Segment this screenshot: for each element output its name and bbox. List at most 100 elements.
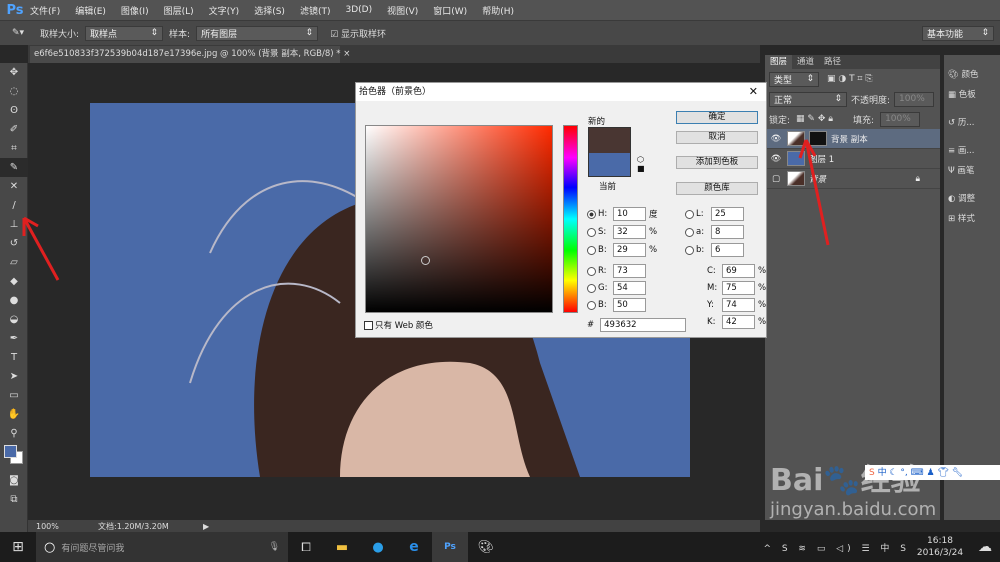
tab-channels[interactable]: 通道: [792, 55, 819, 69]
move-tool-icon[interactable]: ✥: [0, 63, 28, 82]
clock[interactable]: 16:18 2016/3/24: [910, 535, 970, 559]
dock-brush-presets[interactable]: ≡ 画...: [948, 141, 996, 161]
cmyk-input[interactable]: 74: [722, 298, 755, 312]
eraser-tool-icon[interactable]: ▱: [0, 253, 28, 272]
mask-thumbnail[interactable]: [809, 131, 827, 146]
cmyk-input[interactable]: 69: [722, 264, 755, 278]
cmyk-input[interactable]: 75: [722, 281, 755, 295]
history-brush-icon[interactable]: ↺: [0, 234, 28, 253]
dock-color[interactable]: 🎨︎ 颜色: [948, 65, 996, 85]
dock-history[interactable]: ↺ 历...: [948, 113, 996, 133]
filter-icons[interactable]: ▣ ◑ T ⌗ ⎘: [827, 74, 873, 84]
dock-swatches[interactable]: ▦ 色板: [948, 85, 996, 105]
web-only-checkbox[interactable]: [364, 320, 373, 330]
tab-layers[interactable]: 图层: [765, 55, 793, 69]
menu-select[interactable]: 选择(S): [254, 4, 285, 17]
screen-mode-icon[interactable]: ⧉: [0, 490, 28, 509]
windows-start-icon[interactable]: ⊞: [0, 539, 36, 555]
visibility-toggle[interactable]: ▢: [765, 174, 787, 184]
brush-tool-icon[interactable]: /: [0, 196, 28, 215]
tray-ime[interactable]: 中: [880, 544, 893, 554]
blend-mode-select[interactable]: 正常 ⇕: [769, 91, 847, 107]
crop-tool-icon[interactable]: ⌗: [0, 139, 28, 158]
paint-icon[interactable]: 🎨︎: [468, 540, 504, 555]
layer-row[interactable]: 👁︎ 图层 1: [765, 149, 940, 169]
type-tool-icon[interactable]: T: [0, 348, 28, 367]
zoom-level[interactable]: 100%: [28, 522, 68, 531]
hsb-input[interactable]: 32: [613, 225, 646, 239]
cmyk-input[interactable]: 42: [722, 315, 755, 329]
eye-icon[interactable]: 👁︎: [765, 134, 787, 144]
close-icon[interactable]: ✕: [749, 83, 766, 101]
marquee-tool-icon[interactable]: ◌: [0, 82, 28, 101]
cancel-button[interactable]: 取消: [676, 131, 758, 144]
hand-tool-icon[interactable]: ✋: [0, 405, 28, 424]
color-field[interactable]: [365, 125, 553, 313]
menu-type[interactable]: 文字(Y): [209, 4, 240, 17]
color-picker-cursor[interactable]: [421, 256, 430, 265]
cortana-search[interactable]: ○ 有问题尽管问我 🎙︎: [36, 532, 288, 562]
quick-mask-icon[interactable]: ◙: [0, 471, 28, 490]
hsb-radio[interactable]: [587, 227, 596, 237]
paint-bucket-icon[interactable]: ◆: [0, 272, 28, 291]
weather-icon[interactable]: ☁: [970, 539, 1000, 555]
menu-edit[interactable]: 编辑(E): [75, 4, 106, 17]
dock-brush[interactable]: Ψ 画笔: [948, 161, 996, 181]
hsb-radio[interactable]: [587, 209, 596, 219]
hsb-input[interactable]: 10: [613, 207, 646, 221]
menu-3d[interactable]: 3D(D): [345, 5, 372, 15]
menu-help[interactable]: 帮助(H): [482, 4, 514, 17]
quick-select-tool-icon[interactable]: ✐: [0, 120, 28, 139]
current-color-swatch[interactable]: [589, 153, 630, 176]
close-icon[interactable]: ×: [343, 49, 350, 59]
rgb-input[interactable]: 50: [613, 298, 646, 312]
add-to-swatches-button[interactable]: 添加到色板: [676, 156, 758, 169]
lab-input[interactable]: 6: [711, 243, 744, 257]
healing-tool-icon[interactable]: ✕: [0, 177, 28, 196]
lab-radio[interactable]: [685, 245, 694, 255]
zoom-tool-icon[interactable]: ⚲: [0, 424, 28, 443]
menu-view[interactable]: 视图(V): [387, 4, 418, 17]
eye-icon[interactable]: 👁︎: [765, 154, 787, 164]
ok-button[interactable]: 确定: [676, 111, 758, 124]
pen-tool-icon[interactable]: ✒: [0, 329, 28, 348]
sample-select[interactable]: 所有图层 ⇕: [196, 25, 319, 41]
shape-tool-icon[interactable]: ▭: [0, 386, 28, 405]
hue-slider[interactable]: [563, 125, 578, 313]
color-libraries-button[interactable]: 颜色库: [676, 182, 758, 195]
fill-field[interactable]: 100%: [880, 111, 921, 127]
eyedropper-icon[interactable]: ✎▾: [12, 28, 34, 38]
dock-styles[interactable]: ⊞ 样式: [948, 209, 996, 229]
lab-input[interactable]: 25: [711, 207, 744, 221]
layer-filter-select[interactable]: 类型 ⇕: [769, 71, 819, 87]
dock-adjustments[interactable]: ◐ 调整: [948, 189, 996, 209]
rgb-radio[interactable]: [587, 283, 596, 293]
workspace-select[interactable]: 基本功能 ⇕: [922, 25, 994, 41]
lab-radio[interactable]: [685, 209, 694, 219]
rgb-input[interactable]: 73: [613, 264, 646, 278]
path-select-icon[interactable]: ➤: [0, 367, 28, 386]
lab-radio[interactable]: [685, 227, 694, 237]
layer-row[interactable]: 👁︎ 背景 副本: [765, 129, 940, 149]
dodge-tool-icon[interactable]: ◒: [0, 310, 28, 329]
system-tray-icons[interactable]: ^ S ≋ ▭ ◁) ☰ 中 S: [763, 541, 910, 554]
file-explorer-icon[interactable]: ▬: [324, 540, 360, 555]
rgb-radio[interactable]: [587, 266, 596, 276]
lasso-tool-icon[interactable]: ʘ: [0, 101, 28, 120]
blur-tool-icon[interactable]: ●: [0, 291, 28, 310]
task-view-icon[interactable]: ⧠: [288, 540, 324, 555]
menu-layer[interactable]: 图层(L): [164, 4, 194, 17]
menu-window[interactable]: 窗口(W): [433, 4, 467, 17]
ime-toolbar[interactable]: S 中 ☾ °, ⌨ ♟ 👕︎ 🔧︎: [865, 465, 1000, 480]
stamp-tool-icon[interactable]: ⊥: [0, 215, 28, 234]
show-ring-checkbox[interactable]: ☑ 显示取样环: [330, 27, 386, 40]
ime-mode[interactable]: 中: [878, 468, 887, 478]
lock-icons[interactable]: ▦ ✎ ✥ 🔒︎: [796, 114, 833, 124]
hsb-input[interactable]: 29: [613, 243, 646, 257]
layer-row[interactable]: ▢ 背景 🔒︎: [765, 169, 940, 189]
menu-file[interactable]: 文件(F): [30, 4, 60, 17]
hsb-radio[interactable]: [587, 245, 596, 255]
lab-input[interactable]: 8: [711, 225, 744, 239]
document-tab[interactable]: e6f6e510833f372539b04d187e17396e.jpg @ 1…: [30, 46, 350, 63]
tab-paths[interactable]: 路径: [819, 55, 846, 69]
